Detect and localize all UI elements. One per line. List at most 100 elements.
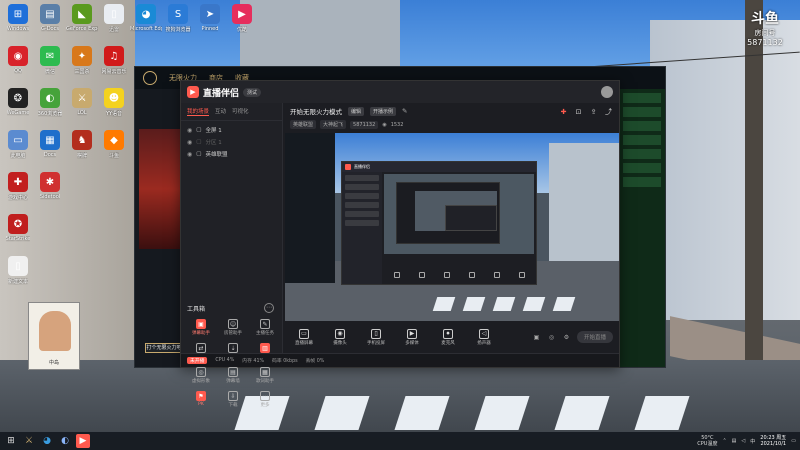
friend-entry[interactable] bbox=[623, 163, 661, 173]
scene-item[interactable]: ◉ ▢ 全屏 1 bbox=[187, 124, 276, 136]
wechat-icon: ✉ bbox=[40, 46, 60, 66]
mic-button[interactable]: ⏺ 麦克风 bbox=[435, 328, 461, 346]
tool-wall[interactable]: ▤ 弹幕墙 bbox=[217, 367, 249, 391]
category-chip[interactable]: 英雄联盟 bbox=[290, 120, 317, 129]
tool-avatar[interactable]: ◎ 虚拟形象 bbox=[185, 367, 217, 391]
room-id-chip: 5871132 bbox=[350, 120, 379, 129]
desktop-icon[interactable]: ⊞ Windows bbox=[2, 4, 34, 46]
desktop-icon[interactable]: ◉ QQ bbox=[2, 46, 34, 88]
tray-chevron-icon[interactable]: ⌃ bbox=[722, 438, 726, 444]
clock[interactable]: 20:23 周五 2021/10/1 bbox=[760, 435, 786, 447]
tool-lyric[interactable]: ▦ 歌词助手 bbox=[249, 367, 281, 391]
media-icon: ▶ bbox=[407, 328, 417, 339]
desktop-icon[interactable]: ✦ 三国杀 bbox=[66, 46, 98, 88]
desktop-icon[interactable]: ▤ G-Docs bbox=[34, 4, 66, 46]
desktop-icon[interactable]: ▯ 迅雷 bbox=[98, 4, 130, 46]
settings-gear-icon[interactable]: ⚙ bbox=[562, 333, 571, 342]
tool-download[interactable]: ⇩ 下载 bbox=[217, 391, 249, 415]
desktop-icon[interactable]: ◐ 360浏览器 bbox=[34, 88, 66, 130]
desktop-icon[interactable]: ◕ Microsoft Edge bbox=[130, 4, 162, 33]
tab-interaction[interactable]: 互动 bbox=[215, 107, 226, 116]
tag-chip[interactable]: 大神起飞 bbox=[320, 120, 347, 129]
desktop-icon[interactable]: ◣ GeForce Experience bbox=[66, 4, 98, 46]
phone-button[interactable]: ▯ 手机投屏 bbox=[363, 328, 389, 346]
lock-icon[interactable]: ⊡ bbox=[574, 107, 583, 116]
speaker-button[interactable]: ◁ 扬声器 bbox=[471, 328, 497, 346]
visibility-icon[interactable]: ◎ bbox=[547, 333, 556, 342]
edge-taskbar-icon[interactable]: ◕ bbox=[40, 434, 54, 448]
toolbox-more-icon[interactable]: ⋯ bbox=[264, 303, 274, 313]
tool-more[interactable]: ⋯ 更多 bbox=[249, 391, 281, 415]
tool-pk[interactable]: ⚑ PK bbox=[185, 391, 217, 415]
nested-row bbox=[345, 175, 379, 181]
media-button[interactable]: ▶ 多媒体 bbox=[399, 328, 425, 346]
start-live-button[interactable]: 开始直播 bbox=[577, 331, 613, 343]
desktop-icon[interactable]: ✚ 游戏中心 bbox=[2, 172, 34, 214]
friend-entry[interactable] bbox=[623, 135, 661, 145]
eye-icon[interactable]: ◉ bbox=[187, 127, 192, 134]
edit-pencil-icon[interactable]: ✎ bbox=[402, 107, 407, 115]
notification-icon[interactable]: ▭ bbox=[791, 438, 796, 444]
desktop-icon[interactable]: S 搜狗浏览器 bbox=[162, 4, 194, 33]
network-icon[interactable]: ▤ bbox=[732, 438, 737, 444]
stream-preview[interactable]: 直播伴侣 bbox=[285, 133, 619, 321]
avatar[interactable] bbox=[601, 86, 613, 98]
desktop-icon[interactable]: ☻ YY语音 bbox=[98, 88, 130, 130]
nested-control bbox=[393, 272, 400, 278]
gift-icon[interactable]: ✚ bbox=[559, 107, 568, 116]
desktop-icon[interactable]: ✪ StarStrike bbox=[2, 214, 34, 256]
nested-control bbox=[518, 272, 525, 278]
browser-taskbar-icon[interactable]: ◐ bbox=[58, 434, 72, 448]
lol-taskbar-icon[interactable]: ⚔ bbox=[22, 434, 36, 448]
eye-icon[interactable]: ◉ bbox=[187, 151, 192, 158]
friend-entry[interactable] bbox=[623, 107, 661, 117]
eye-icon[interactable]: ◉ bbox=[187, 139, 192, 146]
desktop-icon[interactable]: ⚔ LOL bbox=[66, 88, 98, 130]
status-dropped: 丢帧 0% bbox=[305, 359, 325, 364]
friend-entry[interactable] bbox=[623, 149, 661, 159]
scene-tabs: 我的场景 互动 可视化 bbox=[181, 103, 282, 121]
stream-info-header: 开始无限火力模式 编辑 开播示例 ✎ 英雄联盟 大神起飞 5871132 ◉ 1… bbox=[284, 103, 619, 131]
mode-tag[interactable]: 开播示例 bbox=[370, 106, 397, 116]
desktop-icon[interactable]: ◆ 斗鱼 bbox=[98, 130, 130, 172]
tool-admin[interactable]: ☺ 房管助手 bbox=[217, 319, 249, 343]
desktop-icon[interactable]: ➤ Pinned bbox=[194, 4, 226, 33]
desktop-icon[interactable]: ▦ Docs bbox=[34, 130, 66, 172]
desktop-icon[interactable]: ▶ 优酷 bbox=[226, 4, 258, 33]
camera-button[interactable]: ◉ 摄像头 bbox=[327, 328, 353, 346]
edit-tag[interactable]: 编辑 bbox=[348, 106, 365, 116]
friend-entry[interactable] bbox=[623, 121, 661, 131]
scene-item[interactable]: ◉ ▢ 英雄联盟 bbox=[187, 148, 276, 160]
toolbox-title: 工具箱 bbox=[187, 306, 206, 313]
tool-task[interactable]: ✎ 主播任务 bbox=[249, 319, 281, 343]
desktop-icon[interactable]: ❂ WeGame bbox=[2, 88, 34, 130]
nested-control bbox=[493, 272, 500, 278]
scene-item[interactable]: ◉ ▢ 分区 1 bbox=[187, 136, 276, 148]
desktop-icon[interactable]: ▭ 此电脑 bbox=[2, 130, 34, 172]
nested-window-2 bbox=[396, 182, 500, 244]
share-icon[interactable]: ⤴ bbox=[604, 107, 613, 116]
screen-button[interactable]: ▭ 直播屏幕 bbox=[291, 328, 317, 346]
upload-icon[interactable]: ⇪ bbox=[589, 107, 598, 116]
version-badge[interactable]: 测试 bbox=[243, 87, 262, 97]
tab-visual[interactable]: 可视化 bbox=[232, 107, 249, 116]
desktop-icon[interactable]: ▯ 新建文本 bbox=[2, 256, 34, 298]
tab-my-scenes[interactable]: 我的场景 bbox=[187, 107, 210, 116]
play-button[interactable]: 打个无限火力吧 bbox=[145, 343, 183, 353]
stream-app-taskbar-icon[interactable]: ▶ bbox=[76, 434, 90, 448]
tool-danmu[interactable]: ▣ 弹幕助手 bbox=[185, 319, 217, 343]
ime-icon[interactable]: 中 bbox=[750, 438, 755, 445]
desktop-icon[interactable]: ✉ 微信 bbox=[34, 46, 66, 88]
desktop-icon[interactable]: ✱ Sidetool bbox=[34, 172, 66, 214]
desktop-icon-label: Microsoft Edge bbox=[130, 26, 162, 32]
stream-assistant-window[interactable]: ▶ 直播伴侣 测试 我的场景 互动 可视化 ◉ ▢ 全屏 1 ◉ ▢ 分区 1 ◉ ▢ 英雄联盟… bbox=[180, 80, 620, 408]
desktop-icon[interactable]: ♫ 网易云音乐 bbox=[98, 46, 130, 88]
friend-entry[interactable] bbox=[623, 177, 661, 187]
record-icon[interactable]: ▣ bbox=[532, 333, 541, 342]
desktop-icon[interactable]: ♞ 棋牌 bbox=[66, 130, 98, 172]
nested-sidebar bbox=[342, 172, 382, 284]
app-titlebar: ▶ 直播伴侣 测试 bbox=[181, 81, 619, 103]
friend-entry[interactable] bbox=[623, 93, 661, 103]
volume-icon[interactable]: ◁ bbox=[741, 438, 745, 444]
start-windows-icon[interactable]: ⊞ bbox=[4, 434, 18, 448]
